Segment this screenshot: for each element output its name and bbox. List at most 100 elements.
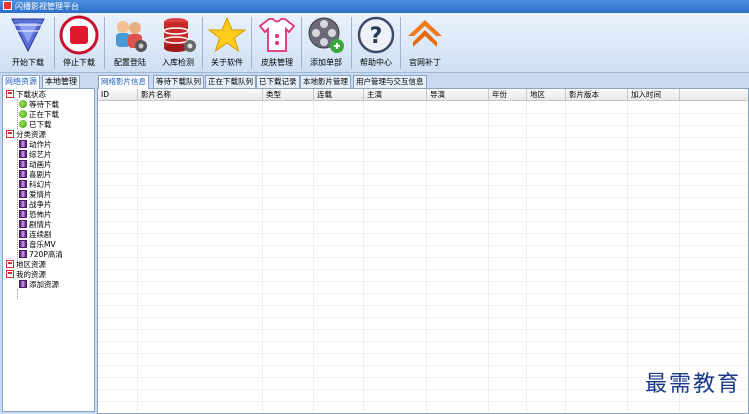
official-patch-label: 官网补丁 xyxy=(409,58,441,67)
left-tabs: 网络资源 本地管理 xyxy=(2,75,95,89)
table-row xyxy=(98,113,748,114)
film-icon xyxy=(19,250,27,258)
tree-label: 地区资源 xyxy=(16,260,46,269)
column-header[interactable]: 连载 xyxy=(314,89,364,101)
tree-label: 下载状态 xyxy=(16,90,46,99)
table-row xyxy=(98,149,748,150)
help-center-button[interactable]: ? 帮助中心 xyxy=(351,15,401,71)
table-row xyxy=(98,293,748,294)
stop-icon xyxy=(59,15,99,55)
storage-check-button[interactable]: 入库检测 xyxy=(153,15,203,71)
tab-network-resources[interactable]: 网络资源 xyxy=(2,75,40,89)
film-icon xyxy=(19,210,27,218)
tree-node-category[interactable]: 连续剧 xyxy=(19,230,52,240)
tree-label: 动作片 xyxy=(29,140,52,149)
main-tabs: 网络影片信息 等待下载队列 正在下载队列 已下载记录 本地影片管理 用户管理与交… xyxy=(97,75,749,89)
skin-manage-label: 皮肤管理 xyxy=(261,58,293,67)
add-film-reel-icon xyxy=(308,17,344,53)
config-login-button[interactable]: 配置登陆 xyxy=(105,15,155,71)
tree-node-categories[interactable]: 分类资源 xyxy=(6,130,46,140)
star-icon xyxy=(207,16,247,53)
tree-label: 科幻片 xyxy=(29,180,52,189)
film-icon xyxy=(19,200,27,208)
film-icon xyxy=(19,220,27,228)
column-header[interactable]: 影片版本 xyxy=(566,89,628,101)
tab-waiting-queue[interactable]: 等待下载队列 xyxy=(153,75,204,88)
column-header[interactable]: 年份 xyxy=(489,89,527,101)
tab-network-films[interactable]: 网络影片信息 xyxy=(98,75,149,89)
film-icon xyxy=(19,240,27,248)
start-download-label: 开始下载 xyxy=(12,58,44,67)
column-header[interactable]: 地区 xyxy=(527,89,566,101)
table-row xyxy=(98,221,748,222)
film-icon xyxy=(19,140,27,148)
tab-user-management[interactable]: 用户管理与交互信息 xyxy=(353,75,427,88)
tab-downloaded-records[interactable]: 已下载记录 xyxy=(256,75,300,88)
tab-local-films[interactable]: 本地影片管理 xyxy=(300,75,351,88)
tree-node-mine[interactable]: 我的资源 xyxy=(6,270,46,280)
about-software-label: 关于软件 xyxy=(211,58,243,67)
tree-label: 连续剧 xyxy=(29,230,52,239)
tree-node-category[interactable]: 喜剧片 xyxy=(19,170,52,180)
column-header[interactable]: 导演 xyxy=(427,89,489,101)
tree-node-category[interactable]: 恐怖片 xyxy=(19,210,52,220)
film-icon xyxy=(19,160,27,168)
tree-node-category[interactable]: 综艺片 xyxy=(19,150,52,160)
table-row xyxy=(98,125,748,126)
tree-node-downloading[interactable]: 正在下载 xyxy=(19,110,59,120)
column-header[interactable]: 影片名称 xyxy=(138,89,263,101)
help-center-label: 帮助中心 xyxy=(360,58,392,67)
official-patch-button[interactable]: 官网补丁 xyxy=(400,15,450,71)
table-row xyxy=(98,173,748,174)
skin-manage-button[interactable]: 皮肤管理 xyxy=(252,15,302,71)
column-header[interactable]: ID xyxy=(98,89,138,101)
database-icon xyxy=(163,18,196,52)
tab-local-management[interactable]: 本地管理 xyxy=(42,75,80,88)
table-row xyxy=(98,269,748,270)
table-row xyxy=(98,341,748,342)
stop-download-button[interactable]: 停止下载 xyxy=(54,15,104,71)
tree-node-downloaded[interactable]: 已下载 xyxy=(19,120,52,130)
toolbar: 开始下载 停止下载 配置登陆 入库检测 关于软件 皮肤管理 添加单部 ? 帮助中… xyxy=(0,13,749,73)
folder-icon xyxy=(6,270,14,278)
skin-shirt-icon xyxy=(258,18,296,52)
film-icon xyxy=(19,280,27,288)
status-dot-icon xyxy=(19,120,27,128)
table-row xyxy=(98,137,748,138)
column-header[interactable]: 类型 xyxy=(263,89,314,101)
tab-downloading-queue[interactable]: 正在下载队列 xyxy=(205,75,256,88)
tree-node-waiting[interactable]: 等待下载 xyxy=(19,100,59,110)
column-header[interactable]: 加入时间 xyxy=(628,89,680,101)
add-single-button[interactable]: 添加单部 xyxy=(301,15,351,71)
tree-label: 等待下载 xyxy=(29,100,59,109)
tree-node-category[interactable]: 战争片 xyxy=(19,200,52,210)
table-row xyxy=(98,209,748,210)
tree-label: 分类资源 xyxy=(16,130,46,139)
status-dot-icon xyxy=(19,110,27,118)
tree-node-category[interactable]: 音乐MV xyxy=(19,240,56,250)
tree-label: 剧情片 xyxy=(29,220,52,229)
tree-node-category[interactable]: 爱情片 xyxy=(19,190,52,200)
tree-label: 喜剧片 xyxy=(29,170,52,179)
tree-label: 添加资源 xyxy=(29,280,59,289)
tree-label: 音乐MV xyxy=(29,240,56,249)
tree-node-category[interactable]: 720P高清 xyxy=(19,250,63,260)
column-header[interactable]: 主演 xyxy=(364,89,427,101)
tree-node-category[interactable]: 剧情片 xyxy=(19,220,52,230)
stop-download-label: 停止下载 xyxy=(63,58,95,67)
folder-icon xyxy=(6,130,14,138)
app-icon xyxy=(3,1,12,10)
tree-node-category[interactable]: 科幻片 xyxy=(19,180,52,190)
tree-node-category[interactable]: 动画片 xyxy=(19,160,52,170)
tree-node-category[interactable]: 动作片 xyxy=(19,140,52,150)
main-panel: 网络影片信息 等待下载队列 正在下载队列 已下载记录 本地影片管理 用户管理与交… xyxy=(97,75,749,414)
users-config-icon xyxy=(116,21,147,52)
tree-node-add-resource[interactable]: 添加资源 xyxy=(19,280,59,290)
table-row xyxy=(98,305,748,306)
tree-node-download-status[interactable]: 下载状态 xyxy=(6,90,46,100)
tree-node-region[interactable]: 地区资源 xyxy=(6,260,46,270)
table-row xyxy=(98,185,748,186)
table-row xyxy=(98,245,748,246)
start-download-button[interactable]: 开始下载 xyxy=(3,15,53,71)
about-software-button[interactable]: 关于软件 xyxy=(202,15,252,71)
